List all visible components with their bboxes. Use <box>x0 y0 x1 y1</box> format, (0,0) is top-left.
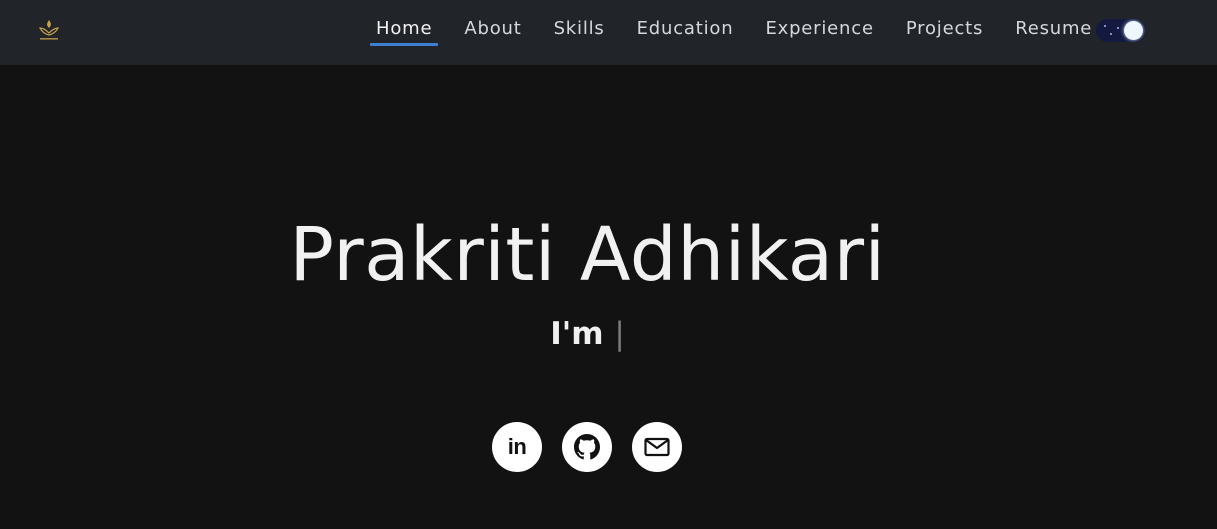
nav-item-label: Projects <box>905 18 984 39</box>
nav-item-label: About <box>464 18 522 39</box>
active-underline <box>370 43 439 46</box>
logo-icon[interactable] <box>34 16 64 46</box>
mail-icon <box>644 437 670 457</box>
navbar: Home About Skills Education Experience P… <box>0 0 1217 65</box>
nav-item-skills[interactable]: Skills <box>538 0 621 58</box>
nav-item-home[interactable]: Home <box>360 0 448 58</box>
nav-item-projects[interactable]: Projects <box>890 0 999 58</box>
nav-item-experience[interactable]: Experience <box>749 0 889 58</box>
nav-item-label: Home <box>376 18 433 39</box>
nav-item-label: Skills <box>553 18 605 39</box>
hero-tagline: I'm | <box>0 316 1175 352</box>
star-icon <box>1104 25 1106 27</box>
nav-item-label: Resume <box>1015 18 1093 39</box>
moon-toggle-icon <box>1124 21 1143 40</box>
linkedin-button[interactable]: in <box>492 422 542 472</box>
theme-toggle[interactable] <box>1096 19 1145 42</box>
social-links: in <box>492 422 682 472</box>
nav-item-education[interactable]: Education <box>621 0 750 58</box>
nav-item-label: Experience <box>765 18 874 39</box>
nav-links: Home About Skills Education Experience P… <box>360 0 1108 58</box>
nav-item-label: Education <box>636 18 734 39</box>
nav-item-resume[interactable]: Resume <box>999 0 1108 58</box>
star-icon <box>1110 33 1112 35</box>
nav-item-about[interactable]: About <box>448 0 537 58</box>
github-icon <box>574 434 600 460</box>
email-button[interactable] <box>632 422 682 472</box>
typing-cursor: | <box>614 316 625 352</box>
star-icon <box>1117 27 1119 29</box>
github-button[interactable] <box>562 422 612 472</box>
linkedin-icon: in <box>507 434 527 459</box>
tagline-prefix: I'm <box>550 316 604 352</box>
hero-name: Prakriti Adhikari <box>289 212 886 298</box>
